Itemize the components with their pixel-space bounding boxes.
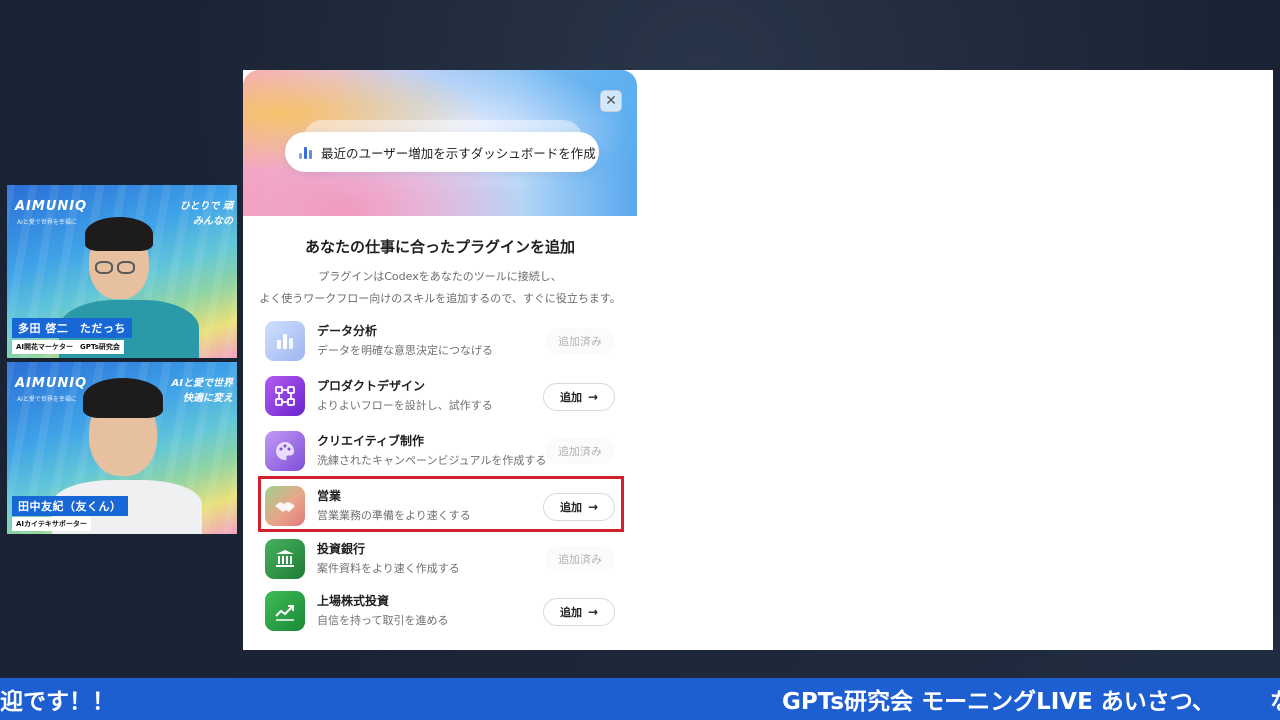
presenter-title: AI開花マーケター GPTs研究会 <box>12 340 124 354</box>
cam-logo-sub: AIと愛で世界を幸福に <box>17 219 77 226</box>
palette-icon <box>265 431 305 471</box>
plugin-name: 上場株式投資 <box>317 594 390 608</box>
plugin-description: データを明確な意思決定につなげる <box>317 344 493 357</box>
cam-tagline: ひとりで 頑 みんなの <box>163 199 233 229</box>
add-plugin-button[interactable]: 追加 → <box>543 383 615 411</box>
plugin-description: 案件資料をより速く作成する <box>317 562 460 575</box>
arrow-right-icon: → <box>587 605 599 619</box>
added-status: 追加済み <box>545 546 615 572</box>
glasses <box>117 261 135 274</box>
dialog-description-line-1: プラグインはCodexをあなたのツールに接続し、 <box>318 270 562 283</box>
news-ticker: 迎です！！ GPTs研究会 モーニングLIVE あいさつ、 な <box>0 678 1280 720</box>
ticker-left-text: 迎です！！ <box>0 689 115 715</box>
cam-tagline-1: ひとりで 頑 <box>179 201 233 212</box>
person-hair <box>85 217 153 251</box>
example-prompt-text: 最近のユーザー増加を示すダッシュボードを作成 <box>321 145 596 161</box>
flow-design-icon <box>265 376 305 416</box>
added-status: 追加済み <box>545 438 615 464</box>
example-prompt: 最近のユーザー増加を示すダッシュボードを作成 <box>285 132 599 172</box>
plugin-description: 自信を持って取引を進める <box>317 614 449 627</box>
stock-chart-icon <box>265 591 305 631</box>
arrow-right-icon: → <box>587 390 599 404</box>
presenter-name: 田中友紀（友くん） <box>12 496 128 516</box>
plugin-dialog: ✕ 最近のユーザー増加を示すダッシュボードを作成 あなたの仕事に合ったプラグイン… <box>243 70 637 650</box>
presenter-name: 多田 啓二 ただっち <box>12 318 132 338</box>
cam-tagline-1: AIと愛で世界 <box>171 378 233 389</box>
cam-tagline: AIと愛で世界 快適に変え <box>163 376 233 406</box>
plugin-name: データ分析 <box>317 324 378 338</box>
add-button-label: 追加 <box>559 606 582 619</box>
ticker-right-text: GPTs研究会 モーニングLIVE あいさつ、 <box>782 689 1215 715</box>
bar-chart-icon <box>299 145 313 159</box>
close-button[interactable]: ✕ <box>600 90 622 112</box>
plugin-name: クリエイティブ制作 <box>317 434 425 448</box>
plugin-description: 洗練されたキャンペーンビジュアルを作成する <box>317 454 547 467</box>
ticker-trailing-char: な <box>1270 682 1280 716</box>
person-hair <box>83 378 163 418</box>
presenter-title: AIカイテキサポーター <box>12 517 91 531</box>
plugin-row-public-equity: 上場株式投資 自信を持って取引を進める 追加 → <box>265 585 617 637</box>
add-button-label: 追加 <box>559 391 582 404</box>
cam-logo: AIMUNIQ <box>15 376 88 391</box>
highlight-box <box>258 476 624 532</box>
plugin-row-data-analysis: データ分析 データを明確な意思決定につなげる 追加済み <box>265 315 617 367</box>
close-icon: ✕ <box>605 93 617 109</box>
presenter-cam-1: AIMUNIQ AIと愛で世界を幸福に ひとりで 頑 みんなの 多田 啓二 ただ… <box>7 185 237 358</box>
bar-chart-icon <box>265 321 305 361</box>
glasses <box>95 261 113 274</box>
cam-logo: AIMUNIQ <box>15 199 88 214</box>
add-plugin-button[interactable]: 追加 → <box>543 598 615 626</box>
dialog-title: あなたの仕事に合ったプラグインを追加 <box>304 238 575 256</box>
plugin-name: プロダクトデザイン <box>317 379 426 393</box>
plugin-description: よりよいフローを設計し、試作する <box>317 399 493 412</box>
presenter-cam-2: AIMUNIQ AIと愛で世界を幸福に AIと愛で世界 快適に変え 田中友紀（友… <box>7 362 237 534</box>
dialog-description-line-2: よく使うワークフロー向けのスキルを追加するので、すぐに役立ちます。 <box>259 292 621 305</box>
bank-icon <box>265 539 305 579</box>
dialog-description: プラグインはCodexをあなたのツールに接続し、 よく使うワークフロー向けのスキ… <box>243 266 637 310</box>
plugin-row-investment-banking: 投資銀行 案件資料をより速く作成する 追加済み <box>265 533 617 585</box>
added-status: 追加済み <box>545 328 615 354</box>
cam-logo-sub: AIと愛で世界を幸福に <box>17 396 77 403</box>
plugin-name: 投資銀行 <box>317 542 366 556</box>
cam-tagline-2: 快適に変え <box>183 393 233 404</box>
cam-tagline-2: みんなの <box>193 216 233 227</box>
plugin-row-product-design: プロダクトデザイン よりよいフローを設計し、試作する 追加 → <box>265 370 617 422</box>
plugin-row-creative: クリエイティブ制作 洗練されたキャンペーンビジュアルを作成する 追加済み <box>265 425 617 477</box>
